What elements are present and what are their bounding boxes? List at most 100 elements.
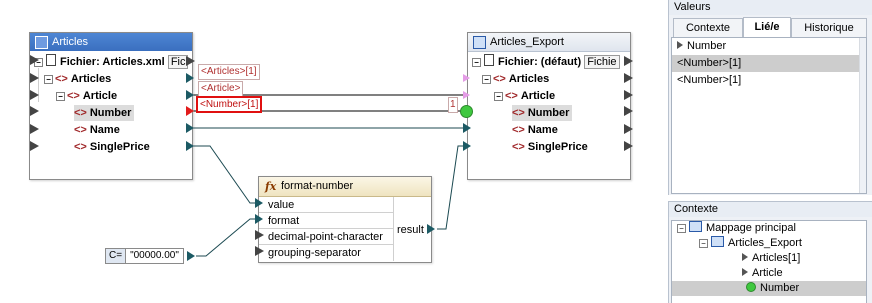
source-node-singleprice[interactable]: <> SinglePrice — [74, 139, 150, 155]
target-node-articles[interactable]: − <> Articles — [482, 71, 549, 87]
target-index-badge: 1 — [448, 97, 458, 113]
constant-value[interactable]: "00000.00" — [126, 249, 183, 263]
values-scrollbar[interactable] — [859, 38, 866, 193]
tree-item-article[interactable]: Article — [672, 266, 866, 281]
function-input-connector[interactable] — [255, 198, 263, 208]
source-node-name[interactable]: <> Name — [74, 122, 120, 138]
element-icon: <> — [55, 73, 68, 85]
function-input-connector[interactable] — [255, 214, 263, 224]
function-output-result[interactable]: result — [397, 222, 424, 238]
source-output-connector[interactable] — [186, 90, 194, 100]
constant-component[interactable]: C= "00000.00" — [105, 248, 184, 264]
source-output-connector[interactable] — [186, 123, 194, 133]
function-input-connector[interactable] — [255, 246, 264, 256]
source-input-connector[interactable] — [30, 90, 39, 100]
source-input-connector[interactable] — [30, 106, 39, 116]
function-input-format[interactable]: format — [259, 213, 393, 229]
target-component[interactable]: Articles_Export − Fichier: (défaut) Fichi… — [467, 32, 631, 180]
function-title[interactable]: fx format-number — [259, 177, 431, 197]
target-node-number[interactable]: <> Number — [512, 105, 573, 121]
tab-historique[interactable]: Historique — [791, 18, 867, 37]
constant-to-format-connection — [196, 218, 255, 257]
target-input-connector[interactable] — [463, 141, 471, 151]
target-component-title[interactable]: Articles_Export — [468, 33, 630, 52]
collapse-icon[interactable]: − — [56, 92, 65, 101]
collapse-icon[interactable]: − — [494, 92, 503, 101]
tree-item-main-mapping[interactable]: − Mappage principal — [672, 221, 866, 236]
element-icon: <> — [493, 73, 506, 85]
source-node-article[interactable]: − <> Article — [56, 88, 117, 104]
element-icon: <> — [512, 107, 525, 119]
context-tip-number: <Number>[1] — [196, 96, 263, 113]
result-to-price-connection — [437, 145, 465, 230]
source-component[interactable]: Articles − Fichier: Articles.xml Fic − <> A… — [29, 32, 193, 180]
list-item[interactable]: <Number>[1] — [672, 72, 866, 89]
target-output-connector[interactable] — [624, 73, 633, 83]
source-node-number[interactable]: <> Number — [74, 105, 135, 121]
collapse-icon[interactable]: − — [472, 58, 481, 67]
target-node-article[interactable]: − <> Article — [494, 88, 555, 104]
target-input-connector[interactable] — [463, 123, 471, 133]
tree-item-articles-export[interactable]: − Articles_Export — [672, 236, 866, 251]
element-icon: <> — [512, 124, 525, 136]
source-file-row: − Fichier: Articles.xml Fic — [34, 54, 189, 70]
source-component-title[interactable]: Articles — [30, 33, 192, 51]
list-item-selected[interactable]: <Number>[1] — [672, 55, 866, 72]
tab-lie[interactable]: Lié/e — [743, 17, 791, 38]
format-number-function[interactable]: fx format-number value format decimal-po… — [258, 176, 432, 263]
target-input-connector-context[interactable] — [463, 91, 470, 99]
source-node-articles[interactable]: − <> Articles — [44, 71, 111, 87]
expand-triangle-icon — [742, 253, 748, 261]
target-output-connector[interactable] — [624, 56, 633, 66]
constant-type-label: C= — [106, 249, 127, 263]
collapse-icon[interactable]: − — [44, 75, 53, 84]
target-node-singleprice[interactable]: <> SinglePrice — [512, 139, 588, 155]
context-panel: Contexte − Mappage principal − Articles_Ex… — [668, 201, 872, 303]
function-output-connector[interactable] — [427, 224, 435, 234]
collapse-icon[interactable]: − — [677, 224, 686, 233]
tab-contexte[interactable]: Contexte — [673, 18, 743, 37]
target-output-connector[interactable] — [624, 90, 633, 100]
list-item[interactable]: Number — [672, 38, 866, 55]
function-input-connector[interactable] — [255, 230, 264, 240]
source-input-connector[interactable] — [30, 73, 39, 83]
element-icon: <> — [505, 90, 518, 102]
element-icon: <> — [74, 141, 87, 153]
mapping-canvas[interactable]: Articles − Fichier: Articles.xml Fic − <> A… — [0, 0, 663, 302]
source-input-connector[interactable] — [30, 141, 39, 151]
file-icon — [46, 54, 56, 66]
collapse-icon[interactable]: − — [699, 239, 708, 248]
tree-item-number-selected[interactable]: Number — [672, 281, 866, 296]
source-output-connector[interactable] — [186, 56, 195, 66]
mapping-icon — [689, 221, 702, 232]
context-tip-articles: <Articles>[1] — [198, 64, 260, 80]
source-input-connector[interactable] — [30, 124, 39, 134]
target-node-name[interactable]: <> Name — [512, 122, 558, 138]
target-output-connector[interactable] — [624, 141, 633, 151]
values-list[interactable]: Number <Number>[1] <Number>[1] — [671, 37, 867, 194]
source-input-connector[interactable] — [30, 55, 39, 65]
expand-triangle-icon — [742, 268, 748, 276]
source-output-connector[interactable] — [186, 73, 194, 83]
tree-item-articles[interactable]: Articles[1] — [672, 251, 866, 266]
target-number-active-icon[interactable] — [460, 105, 473, 118]
context-panel-title: Contexte — [669, 202, 872, 217]
target-input-connector-context[interactable] — [463, 74, 470, 82]
context-tree[interactable]: − Mappage principal − Articles_Export Arti… — [671, 220, 867, 303]
function-input-grouping-separator[interactable]: grouping-separator — [259, 245, 393, 261]
target-file-button[interactable]: Fichie — [584, 55, 620, 69]
file-icon — [484, 54, 494, 66]
constant-output-connector[interactable] — [187, 251, 195, 261]
function-icon: fx — [265, 180, 277, 193]
element-icon: <> — [67, 90, 80, 102]
collapse-icon[interactable]: − — [482, 75, 491, 84]
element-icon: <> — [74, 124, 87, 136]
function-input-value[interactable]: value — [259, 197, 393, 213]
xml-component-icon — [711, 236, 724, 247]
function-input-decimal-point-character[interactable]: decimal-point-character — [259, 229, 393, 245]
target-output-connector[interactable] — [624, 124, 633, 134]
source-output-connector[interactable] — [186, 141, 194, 151]
target-output-connector[interactable] — [624, 106, 633, 116]
source-output-connector-selected[interactable] — [186, 106, 194, 116]
context-tip-article: <Article> — [198, 81, 244, 97]
